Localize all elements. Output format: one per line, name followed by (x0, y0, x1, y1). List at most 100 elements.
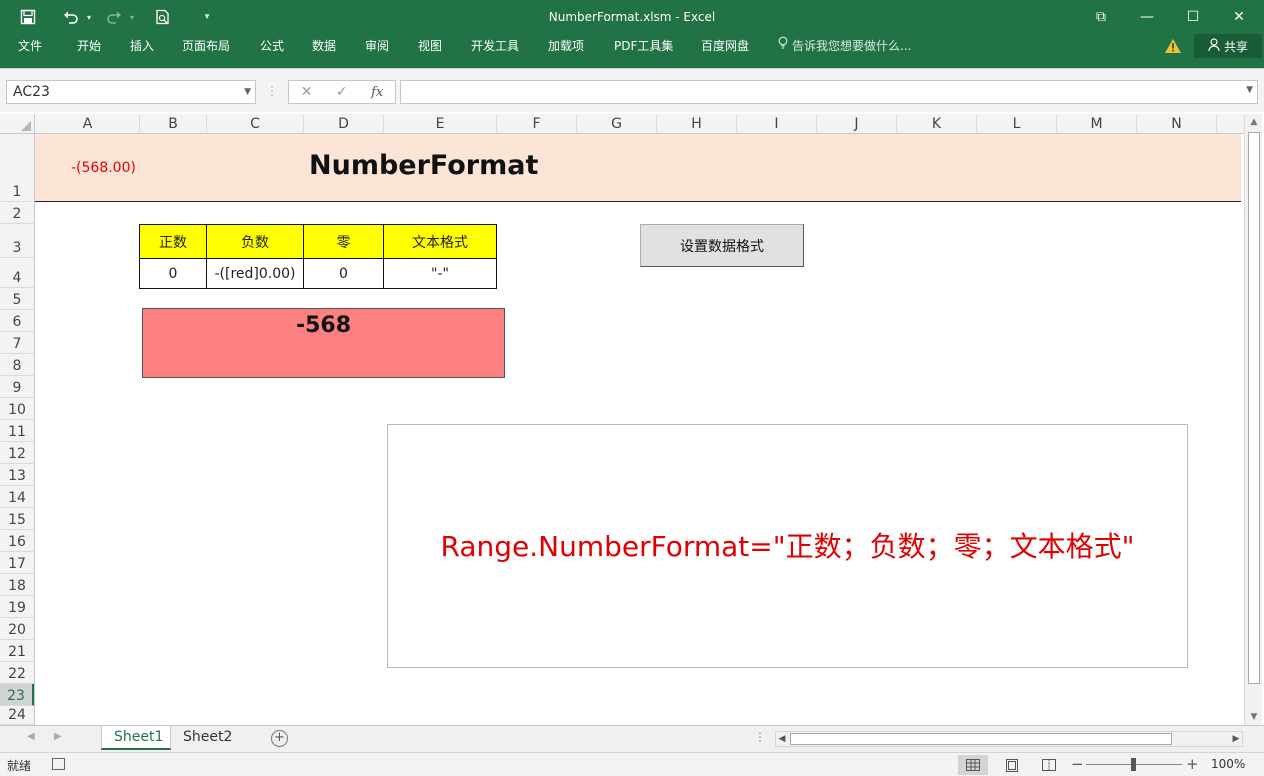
column-header[interactable]: K (897, 114, 977, 134)
sheet-title[interactable]: NumberFormat (309, 150, 538, 181)
row-header[interactable]: 5 (0, 288, 34, 310)
tab-review[interactable]: 审阅 (365, 34, 389, 58)
note-textbox[interactable]: Range.NumberFormat="正数；负数；零；文本格式" (387, 424, 1188, 668)
warning-icon[interactable] (1164, 38, 1182, 56)
row-header[interactable]: 7 (0, 332, 34, 354)
row-header[interactable]: 20 (0, 618, 34, 640)
horizontal-scroll-thumb[interactable] (790, 733, 1172, 745)
cell-area[interactable]: -(568.00) NumberFormat 正数 负数 零 文本格式 0 -(… (35, 134, 1241, 725)
row-header-selected[interactable]: 23 (0, 684, 34, 706)
close-button[interactable]: ✕ (1216, 0, 1262, 34)
tab-file[interactable]: 文件 (18, 34, 42, 58)
row-header[interactable]: 2 (0, 202, 34, 224)
column-header[interactable]: D (304, 114, 384, 134)
customize-toolbar-icon[interactable]: ▾ (200, 0, 214, 34)
tab-splitter[interactable]: ⋮ (754, 730, 766, 744)
horizontal-scrollbar[interactable]: ◀ ▶ (775, 731, 1243, 747)
sheet-tab-sheet2[interactable]: Sheet2 (171, 726, 238, 750)
redo-dropdown-icon[interactable]: ▾ (126, 0, 138, 34)
table-cell[interactable]: -([red]0.00) (206, 258, 304, 289)
column-header[interactable]: J (817, 114, 897, 134)
column-header[interactable]: H (657, 114, 737, 134)
zoom-in-icon[interactable]: + (1186, 755, 1199, 773)
column-header[interactable]: L (977, 114, 1057, 134)
tab-pdf-tools[interactable]: PDF工具集 (614, 34, 673, 58)
row-header[interactable]: 9 (0, 376, 34, 398)
column-header[interactable]: N (1137, 114, 1217, 134)
vertical-scrollbar[interactable]: ▲ ▼ (1244, 114, 1262, 725)
column-header[interactable]: B (140, 114, 207, 134)
tab-baidu-netdisk[interactable]: 百度网盘 (701, 34, 749, 58)
row-header[interactable]: 13 (0, 464, 34, 486)
share-button[interactable]: 共享 (1194, 34, 1262, 58)
row-header[interactable]: 19 (0, 596, 34, 618)
page-layout-view-icon[interactable] (997, 755, 1027, 775)
restore-button[interactable]: ☐ (1170, 0, 1216, 34)
table-header-cell[interactable]: 文本格式 (383, 224, 497, 259)
row-header[interactable]: 8 (0, 354, 34, 376)
tab-data[interactable]: 数据 (312, 34, 336, 58)
row-header[interactable]: 17 (0, 552, 34, 574)
column-header[interactable]: C (207, 114, 304, 134)
row-header[interactable]: 6 (0, 310, 34, 332)
column-header[interactable]: G (577, 114, 657, 134)
table-cell[interactable]: "-" (383, 258, 497, 289)
row-header[interactable]: 12 (0, 442, 34, 464)
tab-developer[interactable]: 开发工具 (471, 34, 519, 58)
row-header[interactable]: 14 (0, 486, 34, 508)
page-break-view-icon[interactable] (1034, 755, 1064, 775)
zoom-level[interactable]: 100% (1211, 757, 1245, 771)
row-header[interactable]: 16 (0, 530, 34, 552)
save-icon[interactable] (14, 0, 42, 34)
table-header-cell[interactable]: 负数 (206, 224, 304, 259)
tab-add-ins[interactable]: 加载项 (548, 34, 584, 58)
row-header[interactable]: 11 (0, 420, 34, 442)
formula-input[interactable]: ▼ (400, 80, 1258, 104)
chevron-down-icon[interactable]: ▼ (244, 81, 251, 103)
cancel-icon[interactable]: ✕ (301, 84, 313, 100)
table-header-cell[interactable]: 正数 (139, 224, 207, 259)
table-cell[interactable]: 0 (303, 258, 384, 289)
row-header[interactable]: 1 (0, 134, 34, 202)
row-header[interactable]: 3 (0, 224, 34, 258)
minimize-button[interactable]: — (1124, 0, 1170, 34)
sheet-tab-sheet1[interactable]: Sheet1 (101, 726, 171, 750)
expand-formula-icon[interactable]: ▼ (1246, 85, 1253, 95)
row-header[interactable]: 24 (0, 706, 34, 725)
tab-view[interactable]: 视图 (418, 34, 442, 58)
column-header[interactable]: M (1057, 114, 1137, 134)
row-header[interactable]: 4 (0, 258, 34, 288)
zoom-out-icon[interactable]: − (1071, 755, 1084, 773)
prev-sheet-icon[interactable]: ◀ (27, 731, 35, 742)
table-cell[interactable]: 0 (139, 258, 207, 289)
row-header[interactable]: 18 (0, 574, 34, 596)
redo-icon[interactable] (103, 0, 125, 34)
row-header[interactable]: 15 (0, 508, 34, 530)
zoom-slider-thumb[interactable] (1131, 758, 1136, 771)
enter-icon[interactable]: ✓ (336, 84, 348, 100)
plus-circle-icon[interactable]: + (271, 730, 288, 747)
column-header[interactable]: F (497, 114, 577, 134)
result-box[interactable]: -568 (142, 308, 505, 378)
insert-function-icon[interactable]: fx (371, 85, 383, 100)
tell-me-search[interactable]: 告诉我您想要做什么... (778, 34, 911, 58)
scroll-left-icon[interactable]: ◀ (776, 732, 788, 746)
ribbon-display-options-button[interactable]: ⧉ (1078, 0, 1124, 34)
next-sheet-icon[interactable]: ▶ (54, 731, 62, 742)
scroll-down-icon[interactable]: ▼ (1248, 711, 1260, 723)
column-header[interactable]: I (737, 114, 817, 134)
cell-a1[interactable]: -(568.00) (71, 160, 136, 176)
column-header[interactable]: E (384, 114, 497, 134)
row-header[interactable]: 21 (0, 640, 34, 662)
scroll-up-icon[interactable]: ▲ (1248, 116, 1260, 128)
table-header-cell[interactable]: 零 (303, 224, 384, 259)
undo-icon[interactable] (60, 0, 82, 34)
vertical-scroll-thumb[interactable] (1248, 132, 1260, 684)
tab-page-layout[interactable]: 页面布局 (182, 34, 230, 58)
formula-bar-splitter[interactable]: ⋮ (266, 84, 278, 98)
name-box[interactable]: AC23 ▼ (6, 80, 256, 104)
print-preview-icon[interactable] (152, 0, 174, 34)
row-header[interactable]: 10 (0, 398, 34, 420)
macro-record-icon[interactable] (52, 758, 65, 770)
column-header[interactable]: A (36, 114, 140, 134)
